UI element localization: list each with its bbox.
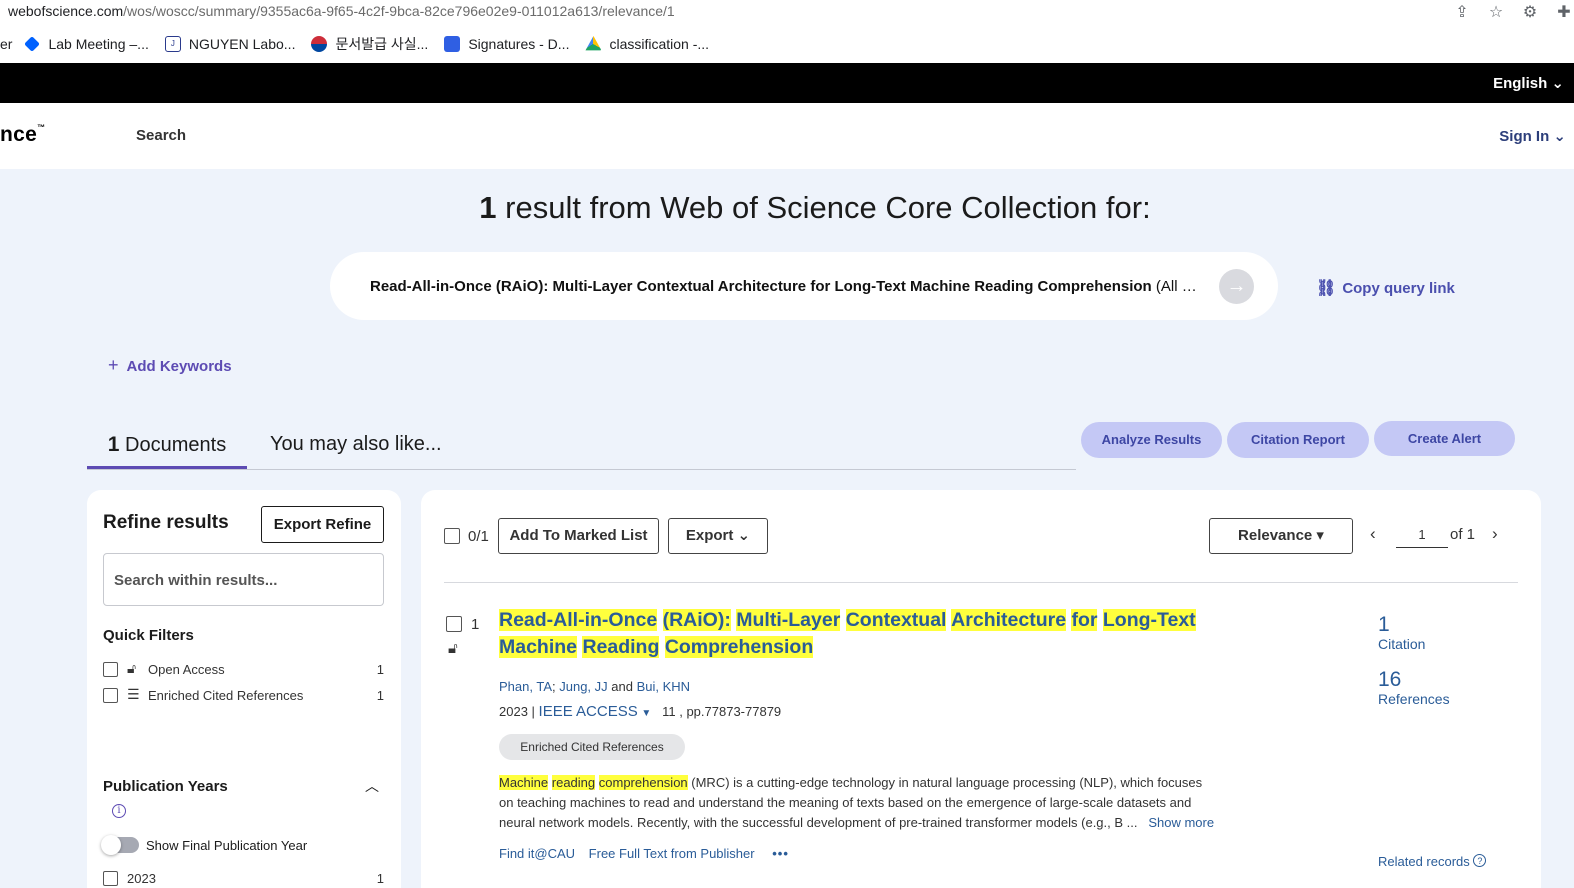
chevron-right-icon[interactable]: › bbox=[1492, 524, 1498, 544]
bookmark-item[interactable]: J NGUYEN Labo... bbox=[164, 36, 295, 52]
language-selector[interactable]: English ⌄ bbox=[1493, 74, 1564, 92]
record-title-link[interactable]: Read-All-in-Once (RAiO): Multi-Layer Con… bbox=[499, 607, 1229, 661]
export-refine-button[interactable]: Export Refine bbox=[261, 506, 384, 543]
citation-count-link[interactable]: 1 Citation bbox=[1378, 614, 1425, 653]
query-text: Read-All-in-Once (RAiO): Multi-Layer Con… bbox=[370, 278, 1200, 295]
nav-search-link[interactable]: Search bbox=[136, 127, 186, 144]
record-checkbox[interactable] bbox=[446, 616, 462, 632]
more-options-icon[interactable]: ••• bbox=[772, 846, 789, 861]
result-tabs: 1 Documents You may also like... bbox=[87, 425, 1076, 470]
add-keywords-button[interactable]: + Add Keywords bbox=[108, 355, 232, 376]
drive-icon bbox=[585, 36, 602, 51]
browser-actions: ⇪ ☆ ⚙ ✚ bbox=[1452, 2, 1574, 22]
share-icon[interactable]: ⇪ bbox=[1452, 2, 1472, 22]
top-bar: English ⌄ bbox=[0, 63, 1574, 103]
final-year-toggle-label: Show Final Publication Year bbox=[146, 838, 308, 853]
search-within-input[interactable]: Search within results... bbox=[103, 553, 384, 606]
page-number-input[interactable]: 1 bbox=[1396, 522, 1448, 548]
checkbox[interactable] bbox=[103, 871, 118, 886]
bookmarks-bar: er Lab Meeting –... J NGUYEN Labo... 문서발급… bbox=[0, 30, 1574, 58]
help-icon[interactable]: ? bbox=[1473, 854, 1487, 867]
enriched-list-icon: ☰ bbox=[127, 686, 140, 702]
puzzle-icon[interactable]: ✚ bbox=[1554, 2, 1574, 22]
bookmark-item[interactable]: Lab Meeting –... bbox=[24, 36, 149, 52]
query-box[interactable]: Read-All-in-Once (RAiO): Multi-Layer Con… bbox=[330, 252, 1278, 320]
site-header: nce™ Search Sign In ⌄ bbox=[0, 103, 1574, 169]
record-abstract: Machine reading comprehension (MRC) is a… bbox=[499, 775, 1215, 830]
dropbox-icon bbox=[24, 36, 41, 52]
filter-open-access[interactable]: 🔓︎ Open Access 1 bbox=[103, 660, 384, 680]
selected-count: 0/1 bbox=[468, 528, 489, 545]
lock-open-icon: 🔓︎ bbox=[127, 660, 137, 676]
enriched-cited-references-badge: Enriched Cited References bbox=[499, 734, 685, 760]
url-text[interactable]: webofscience.com/wos/woscc/summary/9355a… bbox=[8, 3, 675, 19]
related-records-link[interactable]: Related records ? bbox=[1378, 854, 1487, 869]
quick-filters-title: Quick Filters bbox=[103, 627, 194, 644]
create-alert-button[interactable]: Create Alert bbox=[1374, 421, 1515, 456]
browser-url-bar[interactable]: webofscience.com/wos/woscc/summary/9355a… bbox=[0, 0, 1574, 24]
plus-icon: + bbox=[108, 355, 119, 375]
record-authors: Phan, TA; Jung, JJ and Bui, KHN bbox=[499, 679, 691, 694]
extension-icon[interactable]: ⚙ bbox=[1520, 2, 1540, 22]
caret-down-icon[interactable]: ▼ bbox=[641, 708, 651, 719]
export-button[interactable]: Export ⌄ bbox=[668, 518, 768, 554]
bookmark-item[interactable]: Signatures - D... bbox=[444, 36, 569, 52]
record-source: 2023 | IEEE ACCESS ▼ 11 , pp.77873-77879 bbox=[499, 703, 782, 720]
filter-year-2023[interactable]: 2023 1 bbox=[103, 869, 384, 888]
tab-you-may-also-like[interactable]: You may also like... bbox=[270, 433, 442, 456]
checkbox[interactable] bbox=[103, 688, 118, 703]
info-icon[interactable]: i bbox=[112, 804, 126, 818]
bookmark-item[interactable]: classification -... bbox=[585, 36, 709, 52]
journal-link[interactable]: IEEE ACCESS bbox=[539, 703, 638, 720]
add-to-marked-list-button[interactable]: Add To Marked List bbox=[498, 518, 659, 554]
record-links: Find it@CAU Free Full Text from Publishe… bbox=[499, 846, 789, 861]
free-full-text-link[interactable]: Free Full Text from Publisher bbox=[589, 846, 755, 861]
lock-open-icon: 🔓︎ bbox=[448, 640, 458, 657]
filter-enriched-cited-references[interactable]: ☰ Enriched Cited References 1 bbox=[103, 686, 384, 706]
sign-in-menu[interactable]: Sign In ⌄ bbox=[1499, 127, 1566, 145]
korea-flag-icon bbox=[311, 36, 328, 52]
publication-years-title: Publication Years bbox=[103, 778, 228, 795]
result-summary-title: 1 result from Web of Science Core Collec… bbox=[479, 190, 1151, 225]
dropbox-sign-icon bbox=[444, 36, 461, 52]
citation-report-button[interactable]: Citation Report bbox=[1227, 422, 1369, 458]
final-year-toggle[interactable] bbox=[101, 835, 139, 855]
copy-query-link[interactable]: ⛓ Copy query link bbox=[1316, 278, 1455, 298]
bookmark-item[interactable]: 문서발급 사실... bbox=[311, 34, 428, 54]
record-index: 1 bbox=[471, 616, 480, 633]
author-link[interactable]: Phan, TA bbox=[499, 679, 552, 694]
analyze-results-button[interactable]: Analyze Results bbox=[1081, 422, 1222, 458]
chevron-left-icon[interactable]: ‹ bbox=[1370, 524, 1376, 544]
author-link[interactable]: Jung, JJ bbox=[559, 679, 607, 694]
author-link[interactable]: Bui, KHN bbox=[637, 679, 690, 694]
show-more-link[interactable]: Show more bbox=[1148, 815, 1214, 830]
select-all-checkbox[interactable] bbox=[444, 528, 460, 544]
logo[interactable]: nce™ bbox=[0, 123, 45, 147]
references-count-link[interactable]: 16 References bbox=[1378, 669, 1450, 708]
link-icon: ⛓ bbox=[1316, 280, 1337, 297]
refine-panel: Refine results Export Refine Search with… bbox=[87, 490, 401, 888]
chevron-up-icon[interactable]: ︿ bbox=[365, 776, 379, 796]
jaist-icon: J bbox=[164, 36, 181, 52]
refine-title: Refine results bbox=[103, 512, 229, 533]
tab-documents[interactable]: 1 Documents bbox=[87, 433, 247, 469]
star-icon[interactable]: ☆ bbox=[1486, 2, 1506, 22]
checkbox[interactable] bbox=[103, 662, 118, 677]
page-total: of 1 bbox=[1450, 526, 1476, 543]
sort-select[interactable]: Relevance ▾ bbox=[1209, 518, 1353, 554]
arrow-right-icon[interactable]: → bbox=[1219, 269, 1254, 304]
bookmark-item[interactable]: er bbox=[0, 36, 12, 52]
results-panel: 0/1 Add To Marked List Export ⌄ Relevanc… bbox=[421, 490, 1541, 888]
find-it-link[interactable]: Find it@CAU bbox=[499, 846, 575, 861]
divider bbox=[444, 582, 1518, 583]
